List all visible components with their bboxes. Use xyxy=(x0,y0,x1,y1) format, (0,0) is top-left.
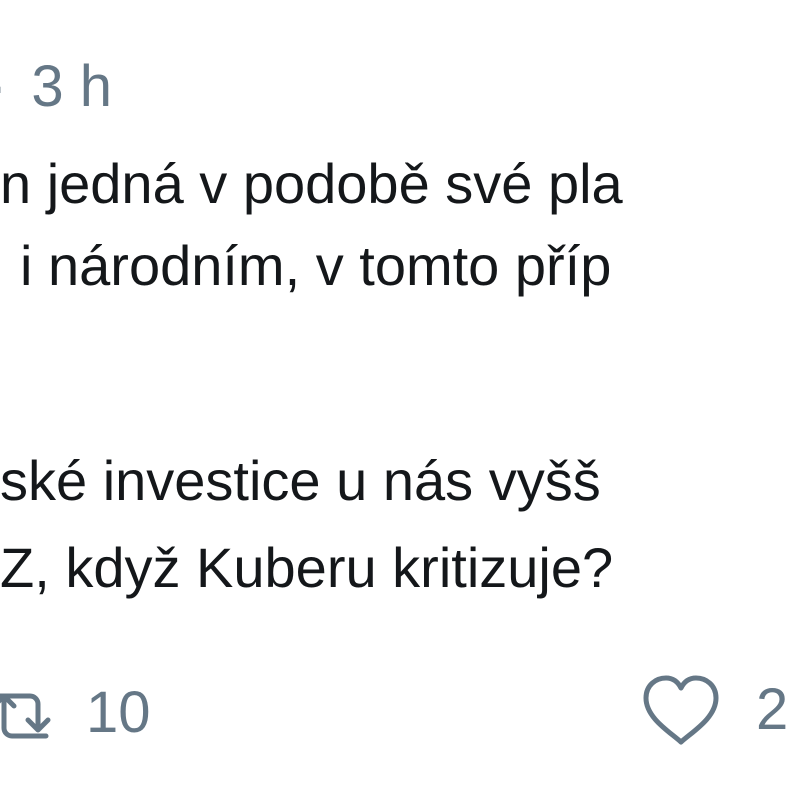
tweet-text-line: Z, když Kuberu kritizuje? xyxy=(0,536,614,599)
tweet-timestamp[interactable]: 3 h xyxy=(31,52,112,122)
tweet-text-line: n jedná v podobě své pla xyxy=(0,152,623,215)
tweet-card: · 3 h n jedná v podobě své pla i národní… xyxy=(0,0,808,808)
tweet-meta: · 3 h xyxy=(0,52,112,122)
retweet-button[interactable]: 10 xyxy=(0,678,151,748)
retweet-count: 10 xyxy=(86,680,151,745)
meta-separator: · xyxy=(0,52,7,122)
tweet-text-line: ské investice u nás vyšš xyxy=(0,449,601,512)
retweet-icon xyxy=(0,678,56,748)
heart-icon xyxy=(640,672,722,748)
like-count: 2 xyxy=(756,677,789,742)
like-button[interactable]: 2 xyxy=(640,672,788,748)
tweet-text-line: i národním, v tomto příp xyxy=(20,234,612,297)
